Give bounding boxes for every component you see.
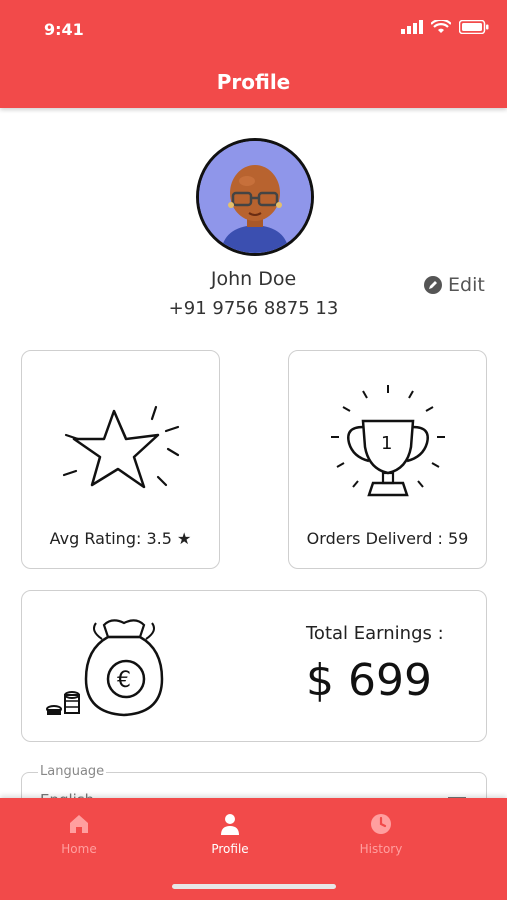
home-icon <box>70 815 88 833</box>
money-bag-icon: € <box>46 619 164 717</box>
battery-icon <box>459 20 489 34</box>
status-icons <box>401 20 489 34</box>
star-icon <box>62 405 179 489</box>
nav-history-label: History <box>359 842 403 856</box>
nav-profile-label: Profile <box>211 842 249 856</box>
earnings-value: $ 699 <box>306 655 432 706</box>
rating-label: Avg Rating: 3.5 ★ <box>49 529 192 548</box>
trophy-illustration: 1 <box>289 377 486 507</box>
orders-label: Orders Deliverd : 59 <box>306 529 469 548</box>
app-header: 9:41 Profile <box>0 0 507 108</box>
nav-home-label: Home <box>61 842 97 856</box>
nav-history[interactable]: History <box>326 812 436 856</box>
user-phone: +91 9756 8875 13 <box>168 298 339 319</box>
trophy-number: 1 <box>381 433 392 454</box>
edit-label: Edit <box>448 274 485 296</box>
earnings-label: Total Earnings : <box>306 623 444 644</box>
orders-card: 1 Orders Deliverd : 59 <box>288 350 487 569</box>
nav-home[interactable]: Home <box>24 812 134 856</box>
svg-text:€: € <box>117 668 131 693</box>
trophy-icon: 1 <box>330 385 445 497</box>
bottom-nav: Home Profile History <box>0 798 507 900</box>
nav-profile[interactable]: Profile <box>175 812 285 856</box>
status-time: 9:41 <box>44 20 84 39</box>
wifi-icon <box>431 20 451 33</box>
pencil-icon <box>424 276 442 294</box>
avatar <box>196 138 314 256</box>
person-icon <box>221 814 239 835</box>
signal-icon <box>401 20 423 34</box>
earnings-card: € Total Earnings : $ 699 <box>21 590 487 742</box>
clock-icon <box>371 814 391 834</box>
home-indicator[interactable] <box>172 884 336 889</box>
edit-button[interactable]: Edit <box>424 274 485 296</box>
page-title: Profile <box>216 70 291 94</box>
language-label: Language <box>38 764 107 779</box>
avatar-image <box>199 141 311 253</box>
rating-card: Avg Rating: 3.5 ★ <box>21 350 220 569</box>
star-illustration <box>22 377 219 497</box>
